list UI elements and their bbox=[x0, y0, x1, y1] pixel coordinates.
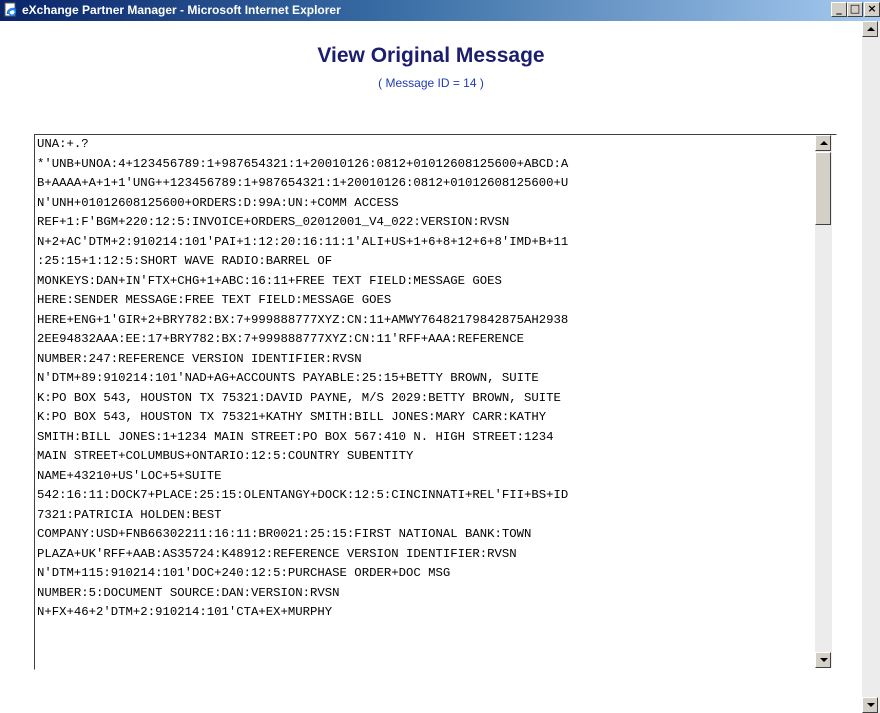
arrow-up-icon bbox=[867, 27, 875, 31]
window-titlebar[interactable]: eXchange Partner Manager - Microsoft Int… bbox=[0, 0, 880, 21]
window-title: eXchange Partner Manager - Microsoft Int… bbox=[22, 3, 341, 17]
message-line: UNA:+.? bbox=[37, 137, 89, 151]
message-line: *'UNB+UNOA:4+123456789:1+987654321:1+200… bbox=[37, 156, 569, 171]
message-line: NAME+43210+US'LOC+5+SUITE bbox=[37, 468, 222, 483]
minimize-icon: _ bbox=[836, 2, 842, 15]
close-button[interactable]: × bbox=[864, 2, 880, 17]
message-line: N'DTM+115:910214:101'DOC+240:12:5:PURCHA… bbox=[37, 566, 451, 580]
message-line: SMITH:BILL JONES:1+1234 MAIN STREET:PO B… bbox=[37, 429, 554, 444]
message-line: COMPANY:USD+FNB66302211:16:11:BR0021:25:… bbox=[37, 527, 532, 541]
scroll-thumb[interactable] bbox=[815, 152, 831, 225]
message-line: K:PO BOX 543, HOUSTON TX 75321+KATHY SMI… bbox=[37, 410, 547, 424]
message-line: HERE+ENG+1'GIR+2+BRY782:BX:7+999888777XY… bbox=[37, 312, 569, 327]
message-line: N'UNH+01012608125600+ORDERS:D:99A:UN:+CO… bbox=[37, 195, 399, 210]
message-text[interactable]: UNA:+.? *'UNB+UNOA:4+123456789:1+9876543… bbox=[37, 135, 815, 669]
scroll-up-button[interactable] bbox=[815, 135, 831, 151]
window-scroll-up-button[interactable] bbox=[862, 21, 878, 37]
message-line: REF+1:F'BGM+220:12:5:INVOICE+ORDERS_0201… bbox=[37, 215, 510, 229]
message-line: HERE:SENDER MESSAGE:FREE TEXT FIELD:MESS… bbox=[37, 293, 392, 307]
window-scroll-down-button[interactable] bbox=[862, 697, 878, 713]
message-line: NUMBER:5:DOCUMENT SOURCE:DAN:VERSION:RVS… bbox=[37, 585, 340, 600]
message-line: 542:16:11:DOCK7+PLACE:25:15:OLENTANGY+DO… bbox=[37, 488, 569, 502]
message-id-label: ( Message ID = 14 ) bbox=[378, 76, 484, 90]
arrow-down-icon bbox=[820, 658, 828, 662]
message-line: B+AAAA+A+1+1'UNG++123456789:1+987654321:… bbox=[37, 176, 569, 190]
message-line: MAIN STREET+COLUMBUS+ONTARIO:12:5:COUNTR… bbox=[37, 449, 414, 463]
message-line: K:PO BOX 543, HOUSTON TX 75321:DAVID PAY… bbox=[37, 390, 561, 405]
message-line: 2EE94832AAA:EE:17+BRY782:BX:7+999888777X… bbox=[37, 332, 525, 346]
ie-page-icon[interactable] bbox=[3, 2, 19, 18]
message-line: N+2+AC'DTM+2:910214:101'PAI+1:12:20:16:1… bbox=[37, 234, 569, 249]
maximize-button[interactable]: □ bbox=[847, 2, 863, 17]
message-line: 7321:PATRICIA HOLDEN:BEST bbox=[37, 507, 222, 522]
message-line: MONKEYS:DAN+IN'FTX+CHG+1+ABC:16:11+FREE … bbox=[37, 273, 502, 288]
message-scrollbar[interactable] bbox=[815, 135, 832, 668]
maximize-icon: □ bbox=[849, 2, 861, 15]
message-textarea[interactable]: UNA:+.? *'UNB+UNOA:4+123456789:1+9876543… bbox=[34, 134, 837, 670]
minimize-button[interactable]: _ bbox=[831, 2, 847, 17]
message-line: N+FX+46+2'DTM+2:910214:101'CTA+EX+MURPHY bbox=[37, 605, 333, 619]
message-line: PLAZA+UK'RFF+AAB:AS35724:K48912:REFERENC… bbox=[37, 546, 517, 561]
message-line: NUMBER:247:REFERENCE VERSION IDENTIFIER:… bbox=[37, 351, 362, 366]
message-line: :25:15+1:12:5:SHORT WAVE RADIO:BARREL OF bbox=[37, 254, 333, 268]
arrow-down-icon bbox=[867, 703, 875, 707]
arrow-up-icon bbox=[820, 141, 828, 145]
window-scrollbar[interactable] bbox=[862, 21, 880, 713]
scroll-down-button[interactable] bbox=[815, 652, 831, 668]
message-line: N'DTM+89:910214:101'NAD+AG+ACCOUNTS PAYA… bbox=[37, 371, 539, 385]
page-title: View Original Message bbox=[317, 44, 545, 67]
close-icon: × bbox=[867, 2, 877, 15]
